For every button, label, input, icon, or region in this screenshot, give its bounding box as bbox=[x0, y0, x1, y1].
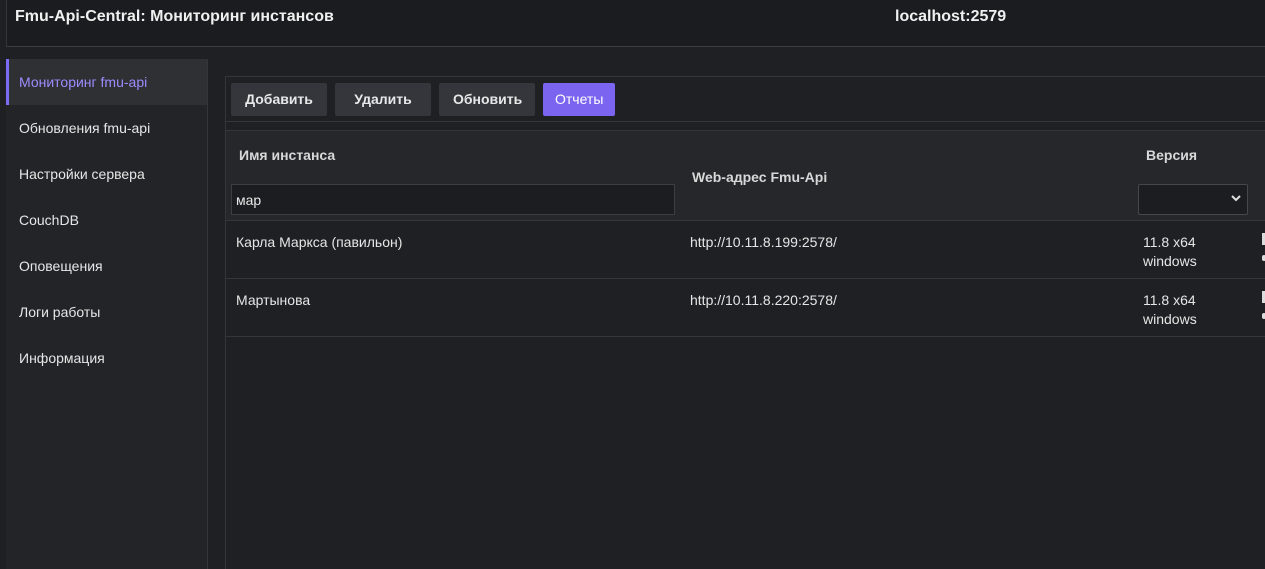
sidebar-item-monitoring[interactable]: Мониторинг fmu-api bbox=[6, 59, 207, 105]
chevron-down-icon bbox=[1231, 193, 1241, 205]
version-platform: windows bbox=[1143, 253, 1197, 269]
server-host: localhost:2579 bbox=[895, 8, 1007, 25]
sidebar-item-info[interactable]: Информация bbox=[6, 335, 207, 381]
sidebar-item-label: CouchDB bbox=[19, 212, 79, 228]
page-title: Fmu-Api-Central: Мониторинг инстансов bbox=[15, 8, 334, 26]
version-filter-select[interactable] bbox=[1138, 184, 1248, 215]
delete-button[interactable]: Удалить bbox=[335, 82, 431, 116]
cell-version: 11.8 x64 windows bbox=[1143, 291, 1197, 329]
version-number: 11.8 x64 bbox=[1143, 292, 1196, 308]
sidebar-item-label: Логи работы bbox=[19, 304, 101, 320]
sidebar-item-label: Информация bbox=[19, 350, 105, 366]
column-header-name[interactable]: Имя инстанса bbox=[239, 147, 335, 163]
table-row[interactable]: Карла Маркса (павильон) http://10.11.8.1… bbox=[226, 221, 1265, 279]
sidebar-item-label: Обновления fmu-api bbox=[19, 120, 151, 136]
app-name: Fmu-Api-Central: bbox=[15, 8, 146, 25]
sidebar-item-notifications[interactable]: Оповещения bbox=[6, 243, 207, 289]
cell-name: Карла Маркса (павильон) bbox=[236, 234, 403, 250]
table-header: Имя инстанса Web-адрес Fmu-Api Версия bbox=[226, 131, 1265, 221]
refresh-button[interactable]: Обновить bbox=[439, 82, 535, 116]
sidebar-item-logs[interactable]: Логи работы bbox=[6, 289, 207, 335]
sidebar: Мониторинг fmu-api Обновления fmu-api На… bbox=[6, 59, 208, 569]
column-header-url[interactable]: Web-адрес Fmu-Api bbox=[692, 169, 827, 185]
sidebar-item-label: Оповещения bbox=[19, 258, 103, 274]
cell-url: http://10.11.8.199:2578/ bbox=[690, 234, 837, 250]
column-header-version[interactable]: Версия bbox=[1146, 147, 1197, 163]
add-button[interactable]: Добавить bbox=[231, 82, 327, 116]
cell-name: Мартынова bbox=[236, 292, 311, 308]
version-number: 11.8 x64 bbox=[1143, 234, 1196, 250]
table-row[interactable]: Мартынова http://10.11.8.220:2578/ 11.8 … bbox=[226, 279, 1265, 337]
name-filter-input[interactable] bbox=[231, 184, 675, 215]
sidebar-item-server-settings[interactable]: Настройки сервера bbox=[6, 151, 207, 197]
reports-button[interactable]: Отчеты bbox=[543, 82, 616, 116]
sidebar-item-label: Настройки сервера bbox=[19, 166, 145, 182]
sidebar-item-couchdb[interactable]: CouchDB bbox=[6, 197, 207, 243]
cell-url: http://10.11.8.220:2578/ bbox=[690, 292, 837, 308]
cell-version: 11.8 x64 windows bbox=[1143, 233, 1197, 271]
page-name: Мониторинг инстансов bbox=[150, 8, 334, 25]
sidebar-item-updates[interactable]: Обновления fmu-api bbox=[6, 105, 207, 151]
version-platform: windows bbox=[1143, 311, 1197, 327]
main-panel: Добавить Удалить Обновить Отчеты Имя инс… bbox=[225, 76, 1265, 569]
sidebar-item-label: Мониторинг fmu-api bbox=[19, 74, 148, 90]
toolbar: Добавить Удалить Обновить Отчеты bbox=[226, 76, 1265, 122]
instances-table: Имя инстанса Web-адрес Fmu-Api Версия Ка… bbox=[226, 130, 1265, 337]
app-header: Fmu-Api-Central: Мониторинг инстансов lo… bbox=[6, 0, 1265, 47]
